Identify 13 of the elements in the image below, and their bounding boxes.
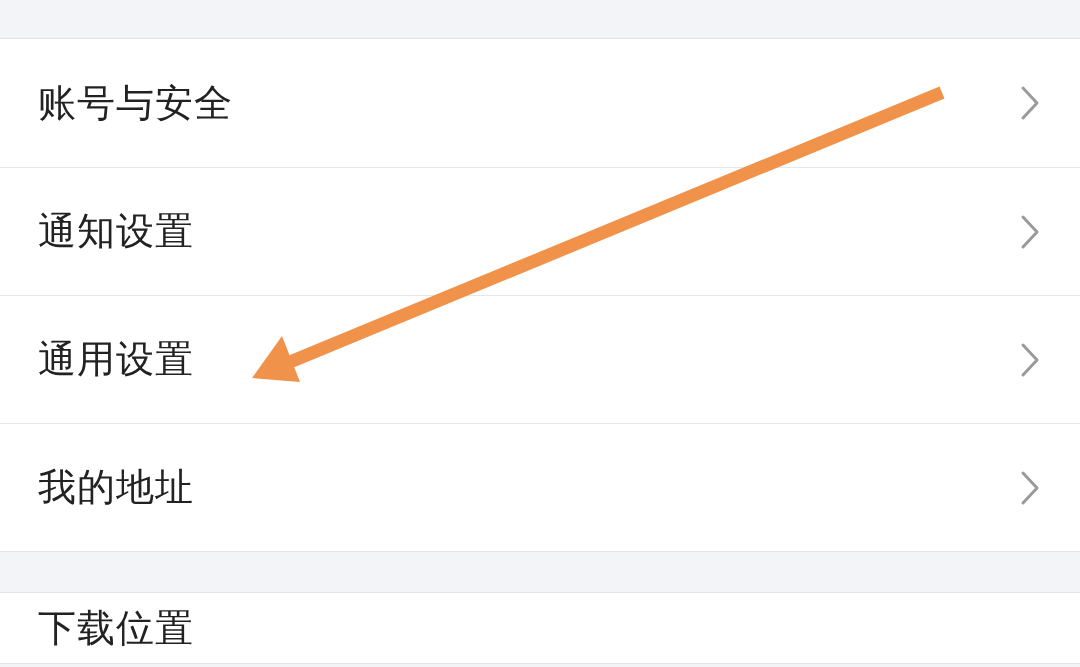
item-label: 下载位置 xyxy=(38,605,194,652)
item-label: 账号与安全 xyxy=(38,79,233,127)
settings-item[interactable]: 下载位置 xyxy=(0,593,1080,663)
settings-item[interactable]: 我的地址 xyxy=(0,423,1080,551)
chevron-icon xyxy=(1020,469,1040,506)
settings-item[interactable]: 账号与安全 xyxy=(0,39,1080,167)
settings-item[interactable]: 通知设置 xyxy=(0,167,1080,295)
item-label: 我的地址 xyxy=(38,464,194,511)
chevron-icon xyxy=(1020,85,1040,121)
chevron-icon xyxy=(1020,213,1040,250)
chevron-icon xyxy=(1020,341,1040,378)
item-label: 通用设置 xyxy=(38,336,194,383)
item-label: 通知设置 xyxy=(38,208,194,255)
